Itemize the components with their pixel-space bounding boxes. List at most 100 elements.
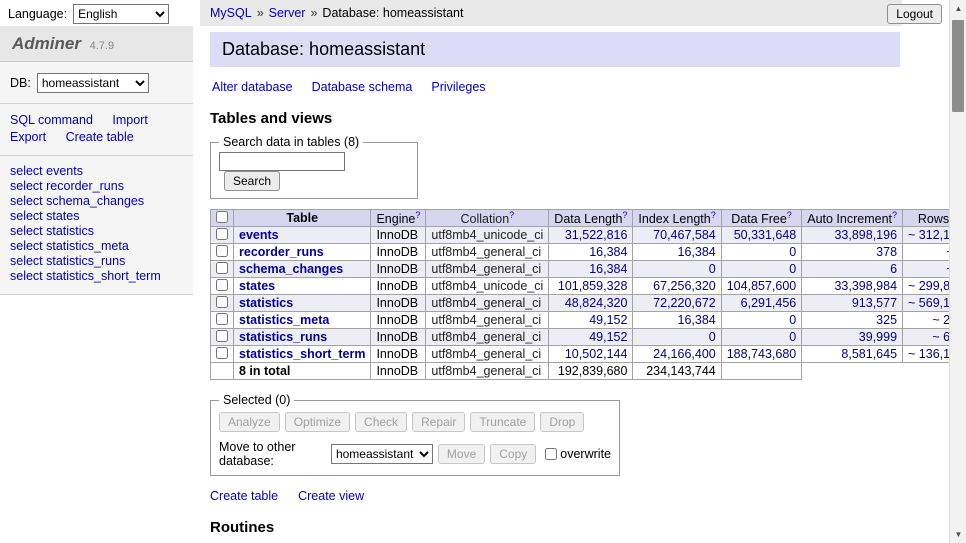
data-free-cell: 0 <box>721 312 802 329</box>
alter-database-link[interactable]: Alter database <box>212 80 293 94</box>
privileges-link[interactable]: Privileges <box>431 80 485 94</box>
scroll-down-arrow-icon[interactable]: ▼ <box>950 526 966 543</box>
data-free-cell: 0 <box>721 244 802 261</box>
col-header-table: Table <box>234 210 371 227</box>
table-link-events[interactable]: events <box>239 228 279 242</box>
col-header-data-free: Data Free? <box>721 210 802 227</box>
breadcrumb-mysql-link[interactable]: MySQL <box>210 6 252 20</box>
overwrite-wrap: overwrite <box>545 447 611 461</box>
data-length-cell: 49,152 <box>549 329 633 346</box>
create-table-link-main[interactable]: Create table <box>210 489 278 503</box>
sql-command-link[interactable]: SQL command <box>10 113 93 127</box>
breadcrumb-server-link[interactable]: Server <box>269 6 306 20</box>
table-link-recorder-runs[interactable]: recorder_runs <box>239 245 324 259</box>
table-row: recorder_runs InnoDB utf8mb4_general_ci … <box>211 244 966 261</box>
adminer-page: Language: English MySQL » Server » Datab… <box>0 0 966 543</box>
scrollbar-thumb[interactable] <box>952 20 964 112</box>
tables-overview-table: Table Engine? Collation? Data Length? In… <box>210 209 966 380</box>
table-link-statistics-meta[interactable]: statistics_meta <box>239 313 329 327</box>
create-table-link[interactable]: Create table <box>66 130 134 144</box>
sidebar-item-select-statistics-short-term[interactable]: select statistics_short_term <box>10 269 183 284</box>
auto-increment-cell: 6 <box>802 261 903 278</box>
top-strip: Language: English MySQL » Server » Datab… <box>0 0 966 26</box>
data-free-cell: 104,857,600 <box>721 278 802 295</box>
table-link-states[interactable]: states <box>239 279 275 293</box>
language-select[interactable]: English <box>73 4 169 24</box>
total-data-length-cell: 192,839,680 <box>549 363 633 380</box>
scroll-up-arrow-icon[interactable]: ▲ <box>950 0 966 17</box>
sidebar-item-select-states[interactable]: select states <box>10 209 183 224</box>
adminer-version: 4.7.9 <box>90 40 114 52</box>
row-checkbox[interactable] <box>216 245 228 257</box>
table-row: statistics_meta InnoDB utf8mb4_general_c… <box>211 312 966 329</box>
table-link-schema-changes[interactable]: schema_changes <box>239 262 343 276</box>
logo-block: Adminer 4.7.9 <box>0 26 193 62</box>
sidebar: Adminer 4.7.9 DB: homeassistant SQL comm… <box>0 26 193 295</box>
engine-cell: InnoDB <box>371 346 426 363</box>
data-free-cell: 0 <box>721 261 802 278</box>
row-checkbox[interactable] <box>216 330 228 342</box>
vertical-scrollbar[interactable]: ▲ ▼ <box>949 0 966 543</box>
sidebar-item-select-recorder-runs[interactable]: select recorder_runs <box>10 179 183 194</box>
engine-doc-link[interactable]: ? <box>415 210 420 220</box>
move-button[interactable]: Move <box>438 444 485 464</box>
index-length-cell: 0 <box>633 329 721 346</box>
selected-legend: Selected (0) <box>219 393 294 407</box>
auto-increment-cell: 378 <box>802 244 903 261</box>
drop-button[interactable]: Drop <box>540 412 584 432</box>
engine-cell: InnoDB <box>371 295 426 312</box>
move-database-select[interactable]: homeassistant <box>331 444 433 464</box>
tables-and-views-heading: Tables and views <box>210 110 900 127</box>
data-free-doc-link[interactable]: ? <box>787 210 792 220</box>
breadcrumb-current: Database: homeassistant <box>322 6 463 20</box>
data-length-cell: 101,859,328 <box>549 278 633 295</box>
table-row: schema_changes InnoDB utf8mb4_general_ci… <box>211 261 966 278</box>
sidebar-item-select-statistics-runs[interactable]: select statistics_runs <box>10 254 183 269</box>
index-length-cell: 16,384 <box>633 244 721 261</box>
row-checkbox[interactable] <box>216 313 228 325</box>
row-checkbox[interactable] <box>216 296 228 308</box>
auto-increment-cell: 325 <box>802 312 903 329</box>
index-length-cell: 0 <box>633 261 721 278</box>
create-view-link[interactable]: Create view <box>298 489 364 503</box>
logout-button[interactable]: Logout <box>887 4 942 24</box>
row-checkbox[interactable] <box>216 347 228 359</box>
sidebar-item-select-events[interactable]: select events <box>10 164 183 179</box>
db-label: DB: <box>10 76 31 90</box>
auto-increment-doc-link[interactable]: ? <box>892 210 897 220</box>
database-schema-link[interactable]: Database schema <box>312 80 413 94</box>
data-length-doc-link[interactable]: ? <box>622 210 627 220</box>
overwrite-label: overwrite <box>560 447 611 461</box>
table-header-row: Table Engine? Collation? Data Length? In… <box>211 210 966 227</box>
copy-button[interactable]: Copy <box>490 444 536 464</box>
engine-cell: InnoDB <box>371 278 426 295</box>
import-link[interactable]: Import <box>112 113 147 127</box>
row-checkbox[interactable] <box>216 262 228 274</box>
table-link-statistics[interactable]: statistics <box>239 296 293 310</box>
index-length-doc-link[interactable]: ? <box>711 210 716 220</box>
overwrite-checkbox[interactable] <box>545 448 557 460</box>
table-link-statistics-runs[interactable]: statistics_runs <box>239 330 327 344</box>
check-button[interactable]: Check <box>355 412 407 432</box>
search-input[interactable] <box>219 152 345 171</box>
analyze-button[interactable]: Analyze <box>219 412 280 432</box>
engine-cell: InnoDB <box>371 244 426 261</box>
collation-doc-link[interactable]: ? <box>509 210 514 220</box>
adminer-logo[interactable]: Adminer <box>12 34 81 53</box>
language-area: Language: English <box>8 4 169 24</box>
db-select[interactable]: homeassistant <box>37 73 149 93</box>
export-link[interactable]: Export <box>10 130 46 144</box>
optimize-button[interactable]: Optimize <box>285 412 350 432</box>
truncate-button[interactable]: Truncate <box>470 412 535 432</box>
sidebar-item-select-schema-changes[interactable]: select schema_changes <box>10 194 183 209</box>
sidebar-item-select-statistics-meta[interactable]: select statistics_meta <box>10 239 183 254</box>
sidebar-item-select-statistics[interactable]: select statistics <box>10 224 183 239</box>
search-button[interactable]: Search <box>224 171 280 191</box>
repair-button[interactable]: Repair <box>412 412 465 432</box>
select-all-checkbox[interactable] <box>216 211 228 223</box>
total-index-length-cell: 234,143,744 <box>633 363 721 380</box>
table-row: states InnoDB utf8mb4_unicode_ci 101,859… <box>211 278 966 295</box>
table-link-statistics-short-term[interactable]: statistics_short_term <box>239 347 365 361</box>
row-checkbox[interactable] <box>216 279 228 291</box>
row-checkbox[interactable] <box>216 228 228 240</box>
